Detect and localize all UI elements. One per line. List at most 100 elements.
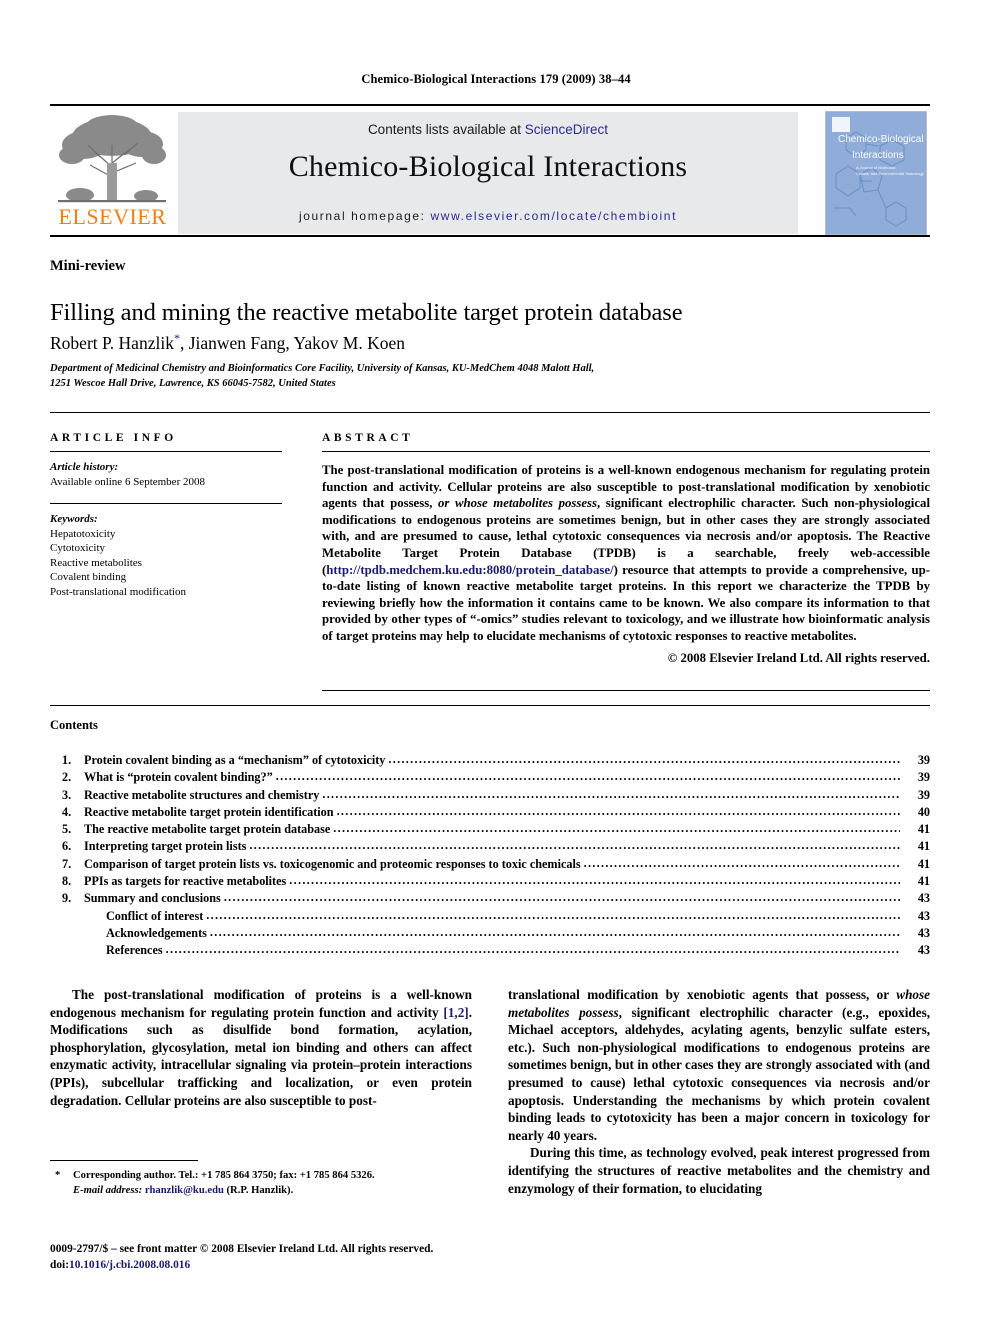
- toc-page-number: 41: [917, 822, 930, 837]
- keyword-item: Hepatotoxicity: [50, 527, 116, 540]
- toc-label: What is “protein covalent binding?”: [84, 770, 273, 785]
- toc-leader-dots: ........................................…: [209, 924, 900, 939]
- toc-label: Interpreting target protein lists: [84, 839, 247, 854]
- cover-artwork-icon: Chemico-Biological Interactions A Journa…: [826, 112, 926, 234]
- contents-top-rule: [50, 705, 930, 706]
- toc-row[interactable]: 3. Reactive metabolite structures and ch…: [50, 787, 930, 804]
- toc-page-number: 41: [917, 874, 930, 889]
- toc-leader-dots: ........................................…: [333, 821, 900, 836]
- toc-row[interactable]: 9. Summary and conclusions .............…: [50, 890, 930, 907]
- body-paragraph: During this time, as technology evolved,…: [508, 1145, 930, 1196]
- affiliation-line-1: Department of Medicinal Chemistry and Bi…: [50, 363, 595, 374]
- author-rest: , Jianwen Fang, Yakov M. Koen: [179, 332, 406, 353]
- svg-text:Interactions: Interactions: [852, 150, 904, 161]
- toc-row[interactable]: 4. Reactive metabolite target protein id…: [50, 804, 930, 821]
- abstract-column: ABSTRACT The post-translational modifica…: [322, 432, 930, 666]
- toc-leader-dots: ........................................…: [583, 855, 900, 870]
- sciencedirect-link[interactable]: ScienceDirect: [525, 122, 608, 137]
- toc-page-number: 40: [917, 804, 930, 819]
- body-paragraph: The post-translational modification of p…: [50, 986, 472, 1109]
- toc-page-number: 39: [917, 753, 930, 767]
- imprint-block: 0009-2797/$ – see front matter © 2008 El…: [50, 1242, 500, 1273]
- body-text-a: The post-translational modification of p…: [50, 987, 472, 1020]
- toc-leader-dots: ........................................…: [249, 838, 900, 853]
- keyword-item: Reactive metabolites: [50, 556, 142, 569]
- toc-page-number: 43: [917, 925, 930, 940]
- footnote-marker: *: [55, 1170, 61, 1181]
- corresponding-author-note: Corresponding author. Tel.: +1 785 864 3…: [73, 1170, 375, 1181]
- journal-masthead: ELSEVIER Contents lists available at Sci…: [50, 104, 930, 237]
- toc-row[interactable]: 1. Protein covalent binding as a “mechan…: [50, 752, 930, 769]
- toc-label: Protein covalent binding as a “mechanism…: [84, 753, 386, 767]
- article-history-block: Article history: Available online 6 Sept…: [50, 452, 282, 489]
- toc-label: References: [106, 943, 163, 958]
- keyword-item: Post-translational modification: [50, 585, 186, 598]
- toc-row[interactable]: 6. Interpreting target protein lists ...…: [50, 838, 930, 855]
- toc-page-number: 43: [917, 891, 930, 906]
- svg-text:A Journal of Molecular,: A Journal of Molecular,: [856, 165, 896, 170]
- toc-page-number: 43: [917, 908, 930, 923]
- journal-band: Contents lists available at ScienceDirec…: [178, 112, 798, 234]
- toc-leader-dots: ........................................…: [275, 769, 900, 784]
- toc-row[interactable]: 2. What is “protein covalent binding?” .…: [50, 769, 930, 786]
- toc-row[interactable]: Acknowledgements .......................…: [50, 925, 930, 942]
- toc-row[interactable]: 7. Comparison of target protein lists vs…: [50, 856, 930, 873]
- page-title: Filling and mining the reactive metaboli…: [50, 299, 683, 327]
- article-history-label: Article history:: [50, 461, 119, 473]
- toc-row[interactable]: References .............................…: [50, 942, 930, 959]
- doi-label: doi:: [50, 1258, 69, 1271]
- toc-number: 7.: [62, 856, 72, 871]
- keyword-item: Covalent binding: [50, 571, 127, 583]
- toc-leader-dots: ........................................…: [165, 942, 900, 957]
- homepage-label: journal homepage:: [298, 209, 431, 223]
- doi-link[interactable]: 10.1016/j.cbi.2008.08.016: [69, 1259, 190, 1271]
- body-column-left: The post-translational modification of p…: [50, 986, 472, 1109]
- affiliation-line-2: 1251 Wescoe Hall Drive, Lawrence, KS 660…: [50, 377, 336, 389]
- running-head: Chemico-Biological Interactions 179 (200…: [361, 72, 631, 86]
- toc-row[interactable]: Conflict of interest ...................…: [50, 908, 930, 925]
- svg-text:Cellular and Environmental Tox: Cellular and Environmental Toxicology: [856, 171, 924, 176]
- article-history-value: Available online 6 September 2008: [50, 475, 205, 488]
- keywords-label: Keywords:: [50, 513, 98, 525]
- toc-row[interactable]: 8. PPIs as targets for reactive metaboli…: [50, 873, 930, 890]
- reference-citation[interactable]: [1,2]: [443, 1005, 468, 1020]
- toc-leader-dots: ........................................…: [223, 890, 900, 905]
- contents-heading: Contents: [50, 718, 98, 732]
- author-first: Robert P. Hanzlik: [50, 332, 174, 353]
- toc-label: The reactive metabolite target protein d…: [84, 822, 331, 837]
- toc-leader-dots: ........................................…: [322, 786, 900, 801]
- article-info-column: ARTICLE INFO Article history: Available …: [50, 432, 282, 599]
- author-affiliation: Department of Medicinal Chemistry and Bi…: [50, 362, 810, 391]
- journal-title: Chemico-Biological Interactions: [288, 150, 688, 183]
- homepage-url[interactable]: www.elsevier.com/locate/chembioint: [431, 209, 677, 223]
- journal-homepage-line: journal homepage: www.elsevier.com/locat…: [178, 209, 798, 223]
- tpdb-url-link[interactable]: http://tpdb.medchem.ku.edu:8080/protein_…: [326, 563, 613, 577]
- issn-frontmatter-line: 0009-2797/$ – see front matter © 2008 El…: [50, 1243, 434, 1255]
- toc-row[interactable]: 5. The reactive metabolite target protei…: [50, 821, 930, 838]
- footnote-text: Corresponding author. Tel.: +1 785 864 3…: [50, 1169, 480, 1198]
- toc-number: 4.: [62, 804, 72, 819]
- toc-leader-dots: ........................................…: [388, 752, 900, 766]
- toc-number: 6.: [62, 839, 72, 854]
- contents-available-line: Contents lists available at ScienceDirec…: [178, 122, 798, 137]
- toc-label: Summary and conclusions: [84, 891, 221, 906]
- toc-number: 1.: [62, 753, 72, 767]
- toc-page-number: 41: [917, 839, 930, 854]
- body-text-b: . Modifications such as disulfide bond f…: [50, 1004, 472, 1108]
- toc-leader-dots: ........................................…: [206, 907, 900, 922]
- toc-page-number: 43: [917, 943, 930, 958]
- toc-number: 3.: [62, 787, 72, 802]
- abstract-copyright: © 2008 Elsevier Ireland Ltd. All rights …: [667, 650, 930, 665]
- email-attribution: (R.P. Hanzlik).: [226, 1184, 294, 1196]
- svg-text:Chemico-Biological: Chemico-Biological: [838, 134, 924, 145]
- abstract-body: The post-translational modification of p…: [322, 452, 930, 645]
- toc-number: 8.: [62, 874, 72, 889]
- abstract-bottom-rule: [322, 690, 930, 691]
- body-paragraph: translational modification by xenobiotic…: [508, 986, 930, 1144]
- footnote-rule: [50, 1160, 198, 1161]
- toc-label: Conflict of interest: [106, 908, 204, 923]
- email-link[interactable]: rhanzlik@ku.edu: [145, 1185, 224, 1196]
- abstract-italic-phrase: or whose metabolites possess: [438, 496, 597, 511]
- contents-prefix: Contents lists available at: [367, 122, 525, 137]
- info-section-top-rule: [50, 412, 930, 413]
